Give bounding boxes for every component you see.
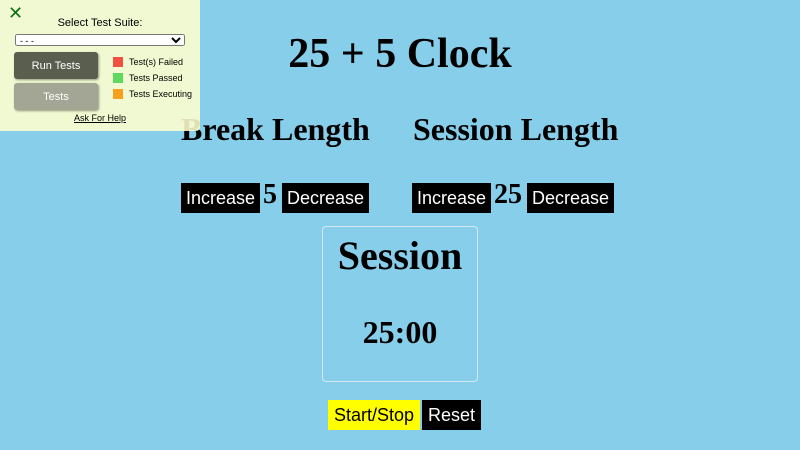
legend-failed: Test(s) Failed	[113, 57, 183, 68]
reset-button[interactable]: Reset	[422, 400, 482, 430]
legend-executing: Tests Executing	[113, 89, 192, 100]
session-length-value: 25	[494, 179, 522, 210]
timer-label: Session	[337, 233, 463, 278]
test-suite-select[interactable]: - - -	[15, 34, 185, 46]
run-tests-button[interactable]: Run Tests	[14, 52, 98, 79]
legend-executing-swatch	[113, 89, 123, 99]
break-decrement-button[interactable]: Decrease	[282, 183, 370, 213]
break-length-value: 5	[263, 179, 277, 210]
session-length-label: Session Length	[413, 111, 619, 147]
break-increment-button[interactable]: Increase	[181, 183, 261, 213]
legend-failed-label: Test(s) Failed	[129, 57, 184, 67]
session-increment-button[interactable]: Increase	[412, 183, 492, 213]
time-left: 25:00	[362, 314, 438, 350]
start-stop-button[interactable]: Start/Stop	[328, 400, 421, 430]
session-decrement-button[interactable]: Decrease	[527, 183, 615, 213]
test-suite-panel: ✕ Select Test Suite: - - - Run Tests Tes…	[0, 0, 200, 131]
break-length-label: Break Length	[181, 111, 370, 147]
legend-passed: Tests Passed	[113, 73, 183, 84]
legend-failed-swatch	[113, 57, 123, 67]
legend-passed-label: Tests Passed	[129, 73, 183, 83]
ask-for-help-link[interactable]: Ask For Help	[0, 113, 200, 123]
tests-button[interactable]: Tests	[14, 83, 98, 110]
test-suite-title: Select Test Suite:	[57, 17, 143, 29]
legend-passed-swatch	[113, 73, 123, 83]
legend-executing-label: Tests Executing	[129, 89, 193, 99]
